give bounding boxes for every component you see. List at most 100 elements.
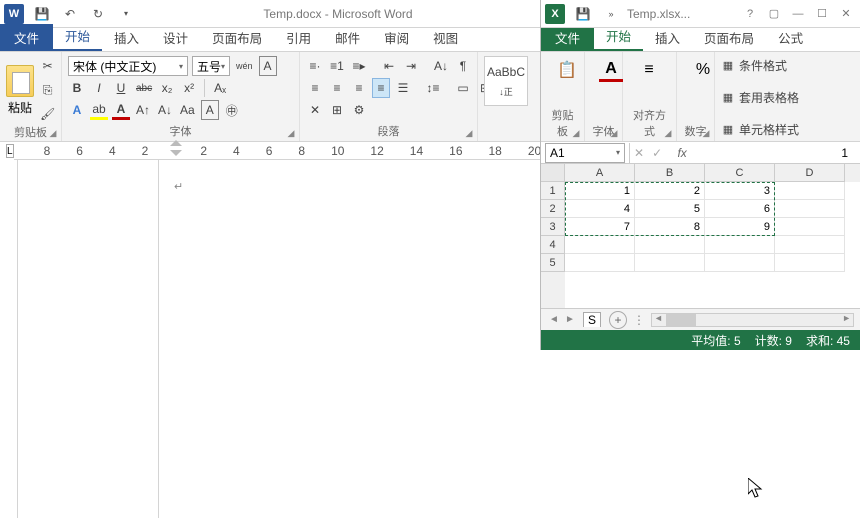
cell[interactable]	[775, 218, 845, 236]
excel-tab-formula[interactable]: 公式	[766, 24, 815, 51]
distribute-icon[interactable]: ☰	[394, 78, 412, 98]
increase-indent-icon[interactable]: ⇥	[402, 56, 420, 76]
numbering-icon[interactable]: ≡1	[328, 56, 346, 76]
tab-mailings[interactable]: 邮件	[323, 24, 372, 51]
snap-grid-icon[interactable]: ⊞	[328, 100, 346, 120]
undo-icon[interactable]: ↶	[60, 4, 80, 24]
add-sheet-icon[interactable]: +	[609, 311, 627, 329]
col-header-a[interactable]: A	[565, 164, 635, 182]
horizontal-scrollbar[interactable]: ◄ ►	[651, 313, 854, 327]
col-header-c[interactable]: C	[705, 164, 775, 182]
line-spacing-icon[interactable]: ↕≡	[424, 78, 442, 98]
save-icon[interactable]: 💾	[573, 4, 593, 24]
cell[interactable]	[635, 236, 705, 254]
excel-paste-button[interactable]: 📋	[547, 56, 587, 84]
font-launcher-icon[interactable]: ◢	[285, 127, 297, 139]
conditional-format-button[interactable]: ▦条件格式	[721, 56, 854, 75]
tab-layout[interactable]: 页面布局	[200, 24, 274, 51]
cells-area[interactable]: 123 456 789	[565, 182, 860, 308]
italic-button[interactable]: I	[90, 78, 108, 98]
cell[interactable]	[705, 236, 775, 254]
scrollbar-thumb[interactable]	[666, 314, 696, 326]
para-settings-icon[interactable]: ⚙	[350, 100, 368, 120]
name-box[interactable]: A1▾	[545, 143, 625, 163]
justify-icon[interactable]: ≡	[372, 78, 390, 98]
cell[interactable]: 6	[705, 200, 775, 218]
close-icon[interactable]: ✕	[835, 5, 857, 23]
show-marks-icon[interactable]: ¶	[454, 56, 472, 76]
align-center-icon[interactable]: ≡	[328, 78, 346, 98]
col-header-b[interactable]: B	[635, 164, 705, 182]
row-header-2[interactable]: 2	[541, 200, 565, 218]
tab-design[interactable]: 设计	[151, 24, 200, 51]
fx-icon[interactable]: fx	[670, 143, 694, 163]
cell[interactable]	[775, 182, 845, 200]
cell[interactable]: 7	[565, 218, 635, 236]
excel-tab-file[interactable]: 文件	[541, 24, 594, 51]
tab-overflow-icon[interactable]: ⋮	[633, 313, 645, 327]
row-header-1[interactable]: 1	[541, 182, 565, 200]
help-icon[interactable]: ?	[739, 5, 761, 23]
tab-home[interactable]: 开始	[53, 22, 102, 51]
scroll-right-icon[interactable]: ►	[842, 313, 851, 323]
decrease-indent-icon[interactable]: ⇤	[380, 56, 398, 76]
excel-tab-layout[interactable]: 页面布局	[692, 24, 766, 51]
launcher-icon[interactable]: ◢	[608, 127, 620, 139]
cell[interactable]	[565, 254, 635, 272]
select-all-corner[interactable]	[541, 164, 565, 182]
text-effects-icon[interactable]: A	[68, 100, 86, 120]
row-header-4[interactable]: 4	[541, 236, 565, 254]
maximize-icon[interactable]: ☐	[811, 5, 833, 23]
cell[interactable]: 4	[565, 200, 635, 218]
cell[interactable]	[775, 254, 845, 272]
clear-format-icon[interactable]: Aₓ	[211, 78, 229, 98]
format-painter-icon[interactable]: 🖌	[38, 104, 57, 124]
style-preview[interactable]: AaBbC ↓正	[484, 56, 528, 106]
text-direction-icon[interactable]: ✕	[306, 100, 324, 120]
cell[interactable]: 1	[565, 182, 635, 200]
paste-button[interactable]: 粘贴	[6, 65, 34, 116]
vertical-ruler[interactable]	[0, 160, 18, 518]
paragraph-launcher-icon[interactable]: ◢	[463, 127, 475, 139]
char-shading-icon[interactable]: A	[201, 100, 219, 120]
sheet-grid[interactable]: 1 2 3 4 5 A B C D 123 456 789	[541, 164, 860, 308]
sort-icon[interactable]: A↓	[432, 56, 450, 76]
bold-button[interactable]: B	[68, 78, 86, 98]
ribbon-options-icon[interactable]: ▢	[763, 5, 785, 23]
redo-icon[interactable]: ↻	[88, 4, 108, 24]
tab-file[interactable]: 文件	[0, 24, 53, 51]
minimize-icon[interactable]: —	[787, 5, 809, 23]
format-as-table-button[interactable]: ▦套用表格格	[721, 88, 854, 107]
accept-formula-icon[interactable]: ✓	[652, 146, 662, 160]
char-border-icon[interactable]: A	[259, 56, 277, 76]
tab-stop-indicator[interactable]: L	[6, 144, 14, 158]
tab-review[interactable]: 审阅	[372, 24, 421, 51]
tab-references[interactable]: 引用	[274, 24, 323, 51]
cell-styles-button[interactable]: ▦单元格样式	[721, 120, 854, 139]
cell[interactable]	[635, 254, 705, 272]
font-color-icon[interactable]: A	[112, 100, 130, 120]
cell[interactable]: 5	[635, 200, 705, 218]
cell[interactable]: 8	[635, 218, 705, 236]
change-case-icon[interactable]: Aa	[178, 100, 197, 120]
strike-button[interactable]: abc	[134, 78, 154, 98]
excel-tab-insert[interactable]: 插入	[643, 24, 692, 51]
grow-font-icon[interactable]: A↑	[134, 100, 152, 120]
launcher-icon[interactable]: ◢	[570, 127, 582, 139]
font-name-select[interactable]: 宋体 (中文正文)▾	[68, 56, 188, 76]
copy-icon[interactable]: ⎘	[38, 80, 57, 100]
qat-more-icon[interactable]: ▾	[116, 4, 136, 24]
excel-align-button[interactable]: ≡	[629, 56, 669, 84]
phonetic-guide-icon[interactable]: wén	[234, 56, 255, 76]
launcher-icon[interactable]: ◢	[700, 127, 712, 139]
sheet-nav-prev-icon[interactable]: ◄	[547, 314, 561, 325]
underline-button[interactable]: U	[112, 78, 130, 98]
cell[interactable]: 2	[635, 182, 705, 200]
formula-bar[interactable]: ✕ ✓ fx 1	[629, 143, 860, 163]
cell[interactable]	[775, 236, 845, 254]
row-header-5[interactable]: 5	[541, 254, 565, 272]
indent-marker-icon[interactable]	[170, 140, 182, 158]
save-icon[interactable]: 💾	[32, 4, 52, 24]
clipboard-launcher-icon[interactable]: ◢	[47, 127, 59, 139]
cell[interactable]: 9	[705, 218, 775, 236]
